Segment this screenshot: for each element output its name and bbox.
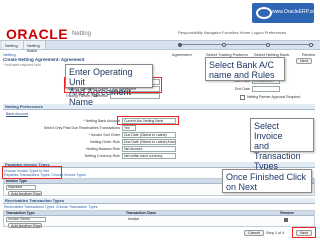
netting-bank-label: * Netting Bank Account <box>83 119 120 123</box>
transaction-class-value: Invoice <box>128 217 140 221</box>
step-indicator: Step 1 of 4 <box>266 231 285 235</box>
callout-line: Once Finished Click <box>226 172 307 182</box>
train-line <box>178 44 314 45</box>
receivables-table: Transaction Type Transaction Class Remov… <box>3 210 315 228</box>
column-header: Transaction Class <box>124 211 258 216</box>
past-due-select[interactable]: Yes <box>122 125 136 131</box>
order-rule-label: Netting Order Rule <box>90 140 120 144</box>
callout-invoice: Select Invoice and Transaction Types <box>250 118 314 171</box>
callout-line: Select Invoice <box>254 121 283 141</box>
bank-account-subheader: Bank Account <box>6 112 28 116</box>
callout-line: on Next <box>226 182 258 192</box>
globe-logo-icon <box>256 7 272 19</box>
watermark-text: www.OracleERP.org <box>272 9 317 15</box>
add-row-button[interactable]: Add Another Row <box>8 223 42 228</box>
callout-line: And Agreement Name <box>69 87 132 107</box>
currency-rule-select[interactable]: Net within each currency <box>122 153 176 159</box>
train-step-1-icon <box>178 43 182 47</box>
product-name: Netting <box>72 31 92 37</box>
tab-netting[interactable]: Netting <box>2 41 24 49</box>
callout-bank: Select Bank A/C name and Rules <box>205 57 285 81</box>
required-note: * Indicates required field <box>3 63 41 67</box>
approval-checkbox[interactable] <box>240 95 245 100</box>
callout-line: Enter Operating Unit <box>69 67 133 87</box>
process-train <box>178 43 314 47</box>
callout-line: name and Rules <box>209 70 275 80</box>
end-date-input[interactable] <box>252 86 280 92</box>
watermark-banner: www.OracleERP.org <box>252 3 317 23</box>
settings-section-header: Netting Preferences <box>3 104 315 110</box>
order-rule-select[interactable]: Due Date (Oldest to Latest) Amounts <box>122 139 176 145</box>
column-header: Transaction Type <box>4 211 124 216</box>
highlight-box <box>117 116 179 125</box>
column-header: Remove <box>258 211 314 216</box>
transaction-type-input[interactable]: Invoice Series <box>6 217 46 222</box>
balance-rule-label: Netting Balance Rule <box>86 147 120 151</box>
highlight-box <box>292 227 316 238</box>
end-date-label: End Date <box>235 87 250 91</box>
invoice-sort-label: * Invoice Sort Order <box>88 133 120 137</box>
train-step-2-icon <box>222 43 226 47</box>
invoice-type-input[interactable]: Standard <box>6 185 36 190</box>
callout-enter-ou: Enter Operating Unit And Agreement Name <box>65 64 153 107</box>
page-title: Create Netting Agreement: Agreement <box>3 57 85 62</box>
trash-icon[interactable] <box>284 218 288 222</box>
next-button-top[interactable]: Next <box>296 58 312 64</box>
column-header: Invoice Type <box>4 179 258 184</box>
receivables-section-header: Receivables Transaction Types <box>3 198 315 204</box>
receivables-hint: Receivables Transactions Types: Choose T… <box>4 205 98 209</box>
callout-line: Select Bank A/C <box>209 60 275 70</box>
cancel-button-bottom[interactable]: Cancel <box>244 230 264 236</box>
approval-label: Netting Partner Approval Required <box>247 95 301 99</box>
highlight-box <box>2 166 62 179</box>
train-step-label: Review <box>302 52 316 57</box>
train-step-4-icon <box>309 43 313 47</box>
callout-line: and Transaction <box>254 141 301 161</box>
train-step-label: Agreement <box>172 52 192 57</box>
callout-next: Once Finished Click on Next <box>222 169 312 193</box>
past-due-label: Select Only Past Due Receivables Transac… <box>43 126 120 130</box>
balance-rule-select[interactable]: Net Amount <box>122 146 176 152</box>
currency-rule-label: Netting Currency Rule <box>84 154 120 158</box>
add-row-button[interactable]: Add Another Row <box>8 191 42 196</box>
global-nav-links[interactable]: Responsibility Navigator Favorites Home … <box>178 30 286 35</box>
train-step-3-icon <box>266 43 270 47</box>
invoice-sort-select[interactable]: Due Date (Oldest to Latest) <box>122 132 176 138</box>
tab-netting-batch[interactable]: Netting Batch <box>24 41 46 53</box>
